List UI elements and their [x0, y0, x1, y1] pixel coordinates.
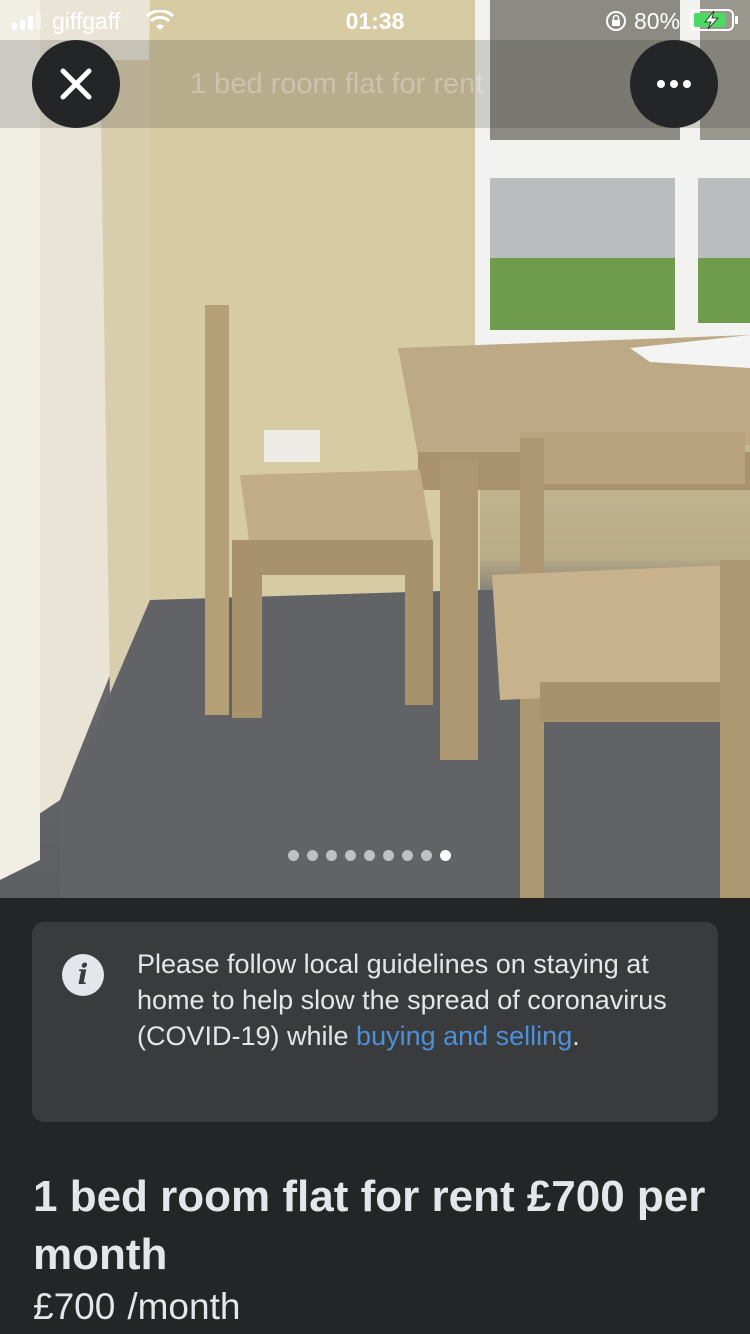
more-options-icon — [657, 80, 691, 88]
listing-photo[interactable] — [0, 0, 750, 898]
buying-and-selling-link[interactable]: buying and selling — [356, 1021, 572, 1051]
battery-charging-icon — [690, 9, 738, 31]
price-unit: /month — [127, 1286, 241, 1327]
gallery-dot[interactable] — [364, 850, 375, 861]
notice-suffix: . — [572, 1021, 580, 1051]
gallery-dot[interactable] — [383, 850, 394, 861]
gallery-dot[interactable] — [326, 850, 337, 861]
header-title: 1 bed room flat for rent — [190, 68, 484, 100]
notice-text: Please follow local guidelines on stayin… — [137, 946, 697, 1054]
battery-percent: 80% — [634, 8, 681, 34]
covid-notice-card: i Please follow local guidelines on stay… — [32, 922, 718, 1122]
gallery-dot[interactable] — [402, 850, 413, 861]
listing-price: £700/month — [33, 1286, 240, 1328]
listing-title: 1 bed room flat for rent £700 per month — [33, 1172, 706, 1279]
gallery-dot[interactable] — [421, 850, 432, 861]
gallery-dot[interactable] — [288, 850, 299, 861]
gallery-dot[interactable] — [345, 850, 356, 861]
price-amount: £700 — [33, 1286, 116, 1327]
room-photo-illustration — [0, 0, 750, 898]
rotation-lock-icon — [606, 11, 626, 31]
close-button[interactable] — [32, 40, 120, 128]
status-bar: giffgaff 01:38 80% — [0, 0, 750, 40]
close-icon — [60, 68, 92, 100]
gallery-dot[interactable] — [307, 850, 318, 861]
info-icon: i — [62, 954, 104, 996]
gallery-dot-active[interactable] — [440, 850, 451, 861]
more-options-button[interactable] — [630, 40, 718, 128]
gallery-pagination — [288, 850, 451, 861]
